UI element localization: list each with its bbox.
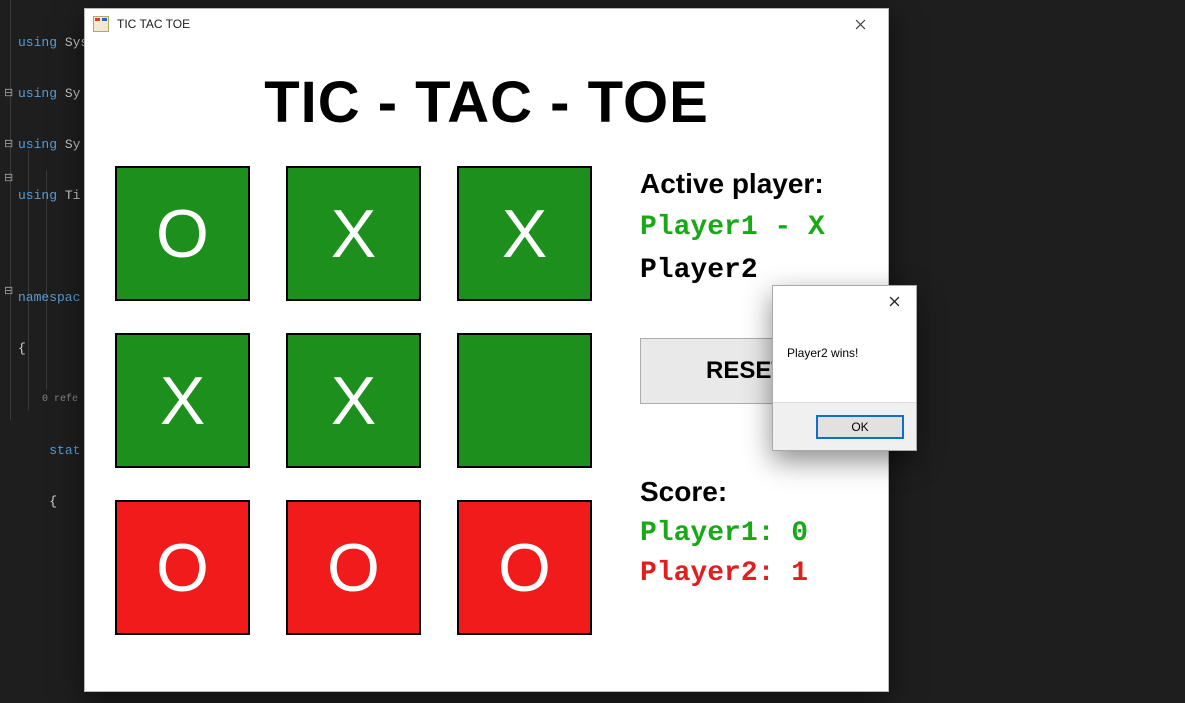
- cell-7[interactable]: O: [286, 500, 421, 635]
- window-title: TIC TAC TOE: [117, 17, 190, 31]
- cell-1[interactable]: X: [286, 166, 421, 301]
- close-icon: [855, 19, 866, 30]
- score-label: Score:: [640, 476, 852, 508]
- message-box: Player2 wins! OK: [772, 285, 917, 451]
- cell-6[interactable]: O: [115, 500, 250, 635]
- cell-5[interactable]: [457, 333, 592, 468]
- game-window: TIC TAC TOE TIC - TAC - TOE O X X X X O …: [84, 8, 889, 692]
- player1-line: Player1 - X: [640, 206, 852, 249]
- cell-8[interactable]: O: [457, 500, 592, 635]
- message-box-titlebar[interactable]: [773, 286, 916, 316]
- message-box-text: Player2 wins!: [773, 316, 916, 360]
- game-board: O X X X X O O O: [115, 166, 615, 635]
- cell-2[interactable]: X: [457, 166, 592, 301]
- active-player-label: Active player:: [640, 168, 852, 200]
- message-box-ok-button[interactable]: OK: [816, 415, 904, 439]
- app-icon: [93, 16, 109, 32]
- score-p1: Player1: 0: [640, 514, 852, 555]
- titlebar[interactable]: TIC TAC TOE: [85, 9, 888, 39]
- cell-4[interactable]: X: [286, 333, 421, 468]
- message-box-close-button[interactable]: [876, 289, 912, 313]
- message-box-button-row: OK: [773, 402, 916, 450]
- ok-button-label: OK: [851, 420, 868, 434]
- cell-3[interactable]: X: [115, 333, 250, 468]
- close-icon: [889, 296, 900, 307]
- cell-0[interactable]: O: [115, 166, 250, 301]
- score-p2: Player2: 1: [640, 554, 852, 595]
- game-title: TIC - TAC - TOE: [115, 69, 858, 136]
- window-close-button[interactable]: [838, 10, 882, 38]
